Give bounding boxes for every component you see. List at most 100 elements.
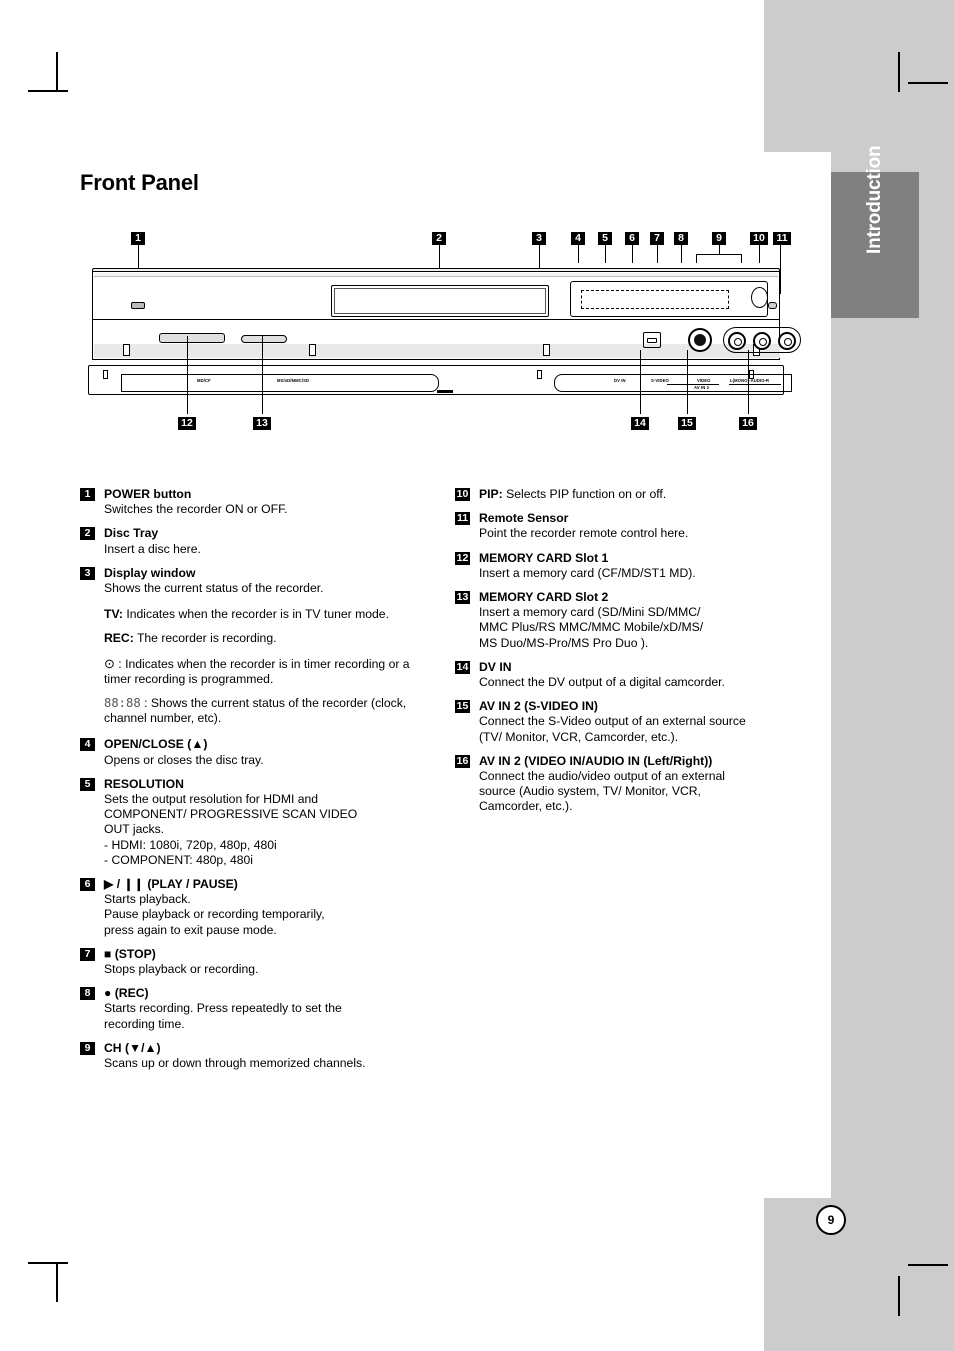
item-body-2: Insert a disc here. bbox=[104, 541, 201, 556]
leader-line-5 bbox=[605, 245, 606, 263]
leader-line-13 bbox=[262, 336, 263, 414]
item-body-13-line-2: MMC Plus/RS MMC/MMC Mobile/xD/MS/ bbox=[479, 620, 704, 635]
item-number-3: 3 bbox=[80, 566, 95, 580]
slot2-label: MS/xD/MMC/SD bbox=[277, 378, 310, 383]
panel-nub-right bbox=[543, 344, 550, 356]
item-body-12: Insert a memory card (CF/MD/ST1 MD). bbox=[479, 565, 696, 580]
leader-line-9 bbox=[719, 245, 720, 254]
crop-mark-top-right-v bbox=[898, 52, 900, 92]
description-item-6: 6 ▶ / ❙❙ (PLAY / PAUSE) Starts playback.… bbox=[80, 877, 410, 938]
description-item-10: 10 PIP: Selects PIP function on or off. bbox=[455, 487, 785, 502]
item-number-13: 13 bbox=[455, 591, 470, 605]
item-body-15-line-1: Connect the S-Video output of an externa… bbox=[479, 714, 746, 729]
leader-line-1 bbox=[138, 245, 139, 268]
item-number-1: 1 bbox=[80, 488, 95, 501]
description-item-8: 8 ● (REC) Starts recording. Press repeat… bbox=[80, 986, 410, 1032]
item-title-16: AV IN 2 (VIDEO IN/AUDIO IN (Left/Right)) bbox=[479, 753, 713, 768]
description-item-5: 5 RESOLUTION Sets the output resolution … bbox=[80, 777, 410, 868]
diagram-callout-7: 7 bbox=[650, 232, 664, 245]
page-title: Front Panel bbox=[80, 170, 199, 195]
item-number-5: 5 bbox=[80, 777, 95, 791]
device-front-face bbox=[92, 272, 780, 320]
memory-card-slot-2-illustration bbox=[241, 335, 287, 343]
description-item-11: 11 Remote Sensor Point the recorder remo… bbox=[455, 511, 785, 541]
display-detail-segments-text: : Shows the current status of the record… bbox=[104, 696, 407, 726]
item-body-5-line-2: COMPONENT/ PROGRESSIVE SCAN VIDEO bbox=[104, 807, 358, 822]
leader-line-12 bbox=[187, 336, 188, 414]
clock-icon: ⊙ bbox=[104, 655, 115, 671]
description-item-15: 15 AV IN 2 (S-VIDEO IN) Connect the S-Vi… bbox=[455, 699, 785, 745]
diagram-callout-12: 12 bbox=[178, 417, 196, 430]
leader-line-9-bracket bbox=[696, 254, 742, 255]
item-body-16-line-2: source (Audio system, TV/ Monitor, VCR, bbox=[479, 784, 701, 799]
item-title-13: MEMORY CARD Slot 2 bbox=[479, 590, 609, 605]
item-number-16: 16 bbox=[455, 754, 470, 768]
device-lower-shade bbox=[94, 344, 780, 358]
display-detail-rec: REC: The recorder is recording. bbox=[80, 631, 410, 646]
item-title-1: POWER button bbox=[104, 487, 192, 501]
description-item-2: 2 Disc Tray Insert a disc here. bbox=[80, 526, 410, 556]
av-in-2-rca-group-illustration bbox=[723, 327, 801, 353]
item-number-6: 6 bbox=[80, 878, 95, 892]
leader-line-14 bbox=[640, 350, 641, 414]
front-panel-diagram: 1 2 3 4 5 6 7 8 9 10 11 MD/CF MS/xD/MMC/… bbox=[80, 232, 801, 447]
disc-tray-inner bbox=[334, 288, 546, 314]
audio-in-right-jack-illustration bbox=[778, 332, 796, 350]
display-detail-timer-text: : Indicates when the recorder is in time… bbox=[104, 656, 410, 686]
leader-line-15 bbox=[687, 350, 688, 414]
item-title-8: ● (REC) bbox=[104, 986, 149, 1001]
item-body-5-line-3: OUT jacks. bbox=[104, 822, 165, 837]
device-lower-face bbox=[92, 320, 801, 360]
item-body-5-line-5: - COMPONENT: 480p, 480i bbox=[104, 852, 254, 867]
s-video-label: S-VIDEO bbox=[651, 378, 669, 383]
item-body-16-line-1: Connect the audio/video output of an ext… bbox=[479, 769, 725, 784]
crop-mark-bottom-right-h bbox=[908, 1264, 948, 1266]
base-notch-mid bbox=[537, 370, 542, 379]
audio-bracket bbox=[729, 384, 781, 385]
diagram-callout-5: 5 bbox=[598, 232, 612, 245]
diagram-callout-3: 3 bbox=[532, 232, 546, 245]
diagram-callout-1: 1 bbox=[131, 232, 145, 245]
video-label: VIDEO bbox=[697, 378, 711, 383]
item-body-11: Point the recorder remote control here. bbox=[479, 526, 689, 541]
device-foot bbox=[437, 390, 453, 393]
item-body-5-line-4: - HDMI: 1080i, 720p, 480p, 480i bbox=[104, 837, 277, 852]
pip-button-illustration bbox=[768, 302, 777, 309]
item-body-13-line-1: Insert a memory card (SD/Mini SD/MMC/ bbox=[479, 605, 701, 620]
crop-mark-top-right-h bbox=[908, 82, 948, 84]
av-in-2-bracket bbox=[667, 384, 719, 385]
item-title-12: MEMORY CARD Slot 1 bbox=[479, 550, 609, 565]
display-window-segments bbox=[581, 290, 729, 309]
crop-mark-top-left-h bbox=[28, 90, 68, 92]
item-title-9: CH (▼/▲) bbox=[104, 1040, 161, 1055]
item-title-7: ■ (STOP) bbox=[104, 946, 156, 961]
description-item-16: 16 AV IN 2 (VIDEO IN/AUDIO IN (Left/Righ… bbox=[455, 754, 785, 815]
disc-tray-illustration bbox=[331, 285, 549, 317]
page-number: 9 bbox=[816, 1205, 846, 1235]
display-detail-timer: ⊙ : Indicates when the recorder is in ti… bbox=[80, 656, 410, 687]
display-detail-rec-label: REC: bbox=[104, 631, 134, 646]
item-title-2: Disc Tray bbox=[104, 526, 159, 541]
item-number-4: 4 bbox=[80, 738, 95, 752]
display-window-illustration bbox=[570, 281, 768, 317]
diagram-callout-10: 10 bbox=[750, 232, 768, 245]
item-body-15-line-2: (TV/ Monitor, VCR, Camcorder, etc.). bbox=[479, 729, 679, 744]
crop-mark-bottom-left-v bbox=[56, 1262, 58, 1302]
item-title-4: OPEN/CLOSE (▲) bbox=[104, 737, 208, 752]
description-item-12: 12 MEMORY CARD Slot 1 Insert a memory ca… bbox=[455, 551, 785, 581]
device-face-highlight bbox=[94, 273, 778, 277]
diagram-callout-4: 4 bbox=[571, 232, 585, 245]
item-title-6: ▶ / ❙❙ (PLAY / PAUSE) bbox=[104, 877, 238, 892]
diagram-callout-2: 2 bbox=[432, 232, 446, 245]
item-body-6-line-2: Pause playback or recording temporarily, bbox=[104, 907, 325, 922]
s-video-jack-illustration bbox=[688, 328, 712, 352]
item-number-11: 11 bbox=[455, 512, 470, 526]
display-detail-tv-text: Indicates when the recorder is in TV tun… bbox=[122, 607, 389, 622]
crop-mark-bottom-left-h bbox=[28, 1262, 68, 1264]
description-item-13: 13 MEMORY CARD Slot 2 Insert a memory ca… bbox=[455, 590, 785, 651]
leader-line-16 bbox=[748, 350, 749, 414]
segment-display-icon: 88:88 bbox=[104, 696, 141, 711]
diagram-callout-6: 6 bbox=[625, 232, 639, 245]
panel-nub-mid bbox=[309, 344, 316, 356]
item-number-9: 9 bbox=[80, 1041, 95, 1055]
